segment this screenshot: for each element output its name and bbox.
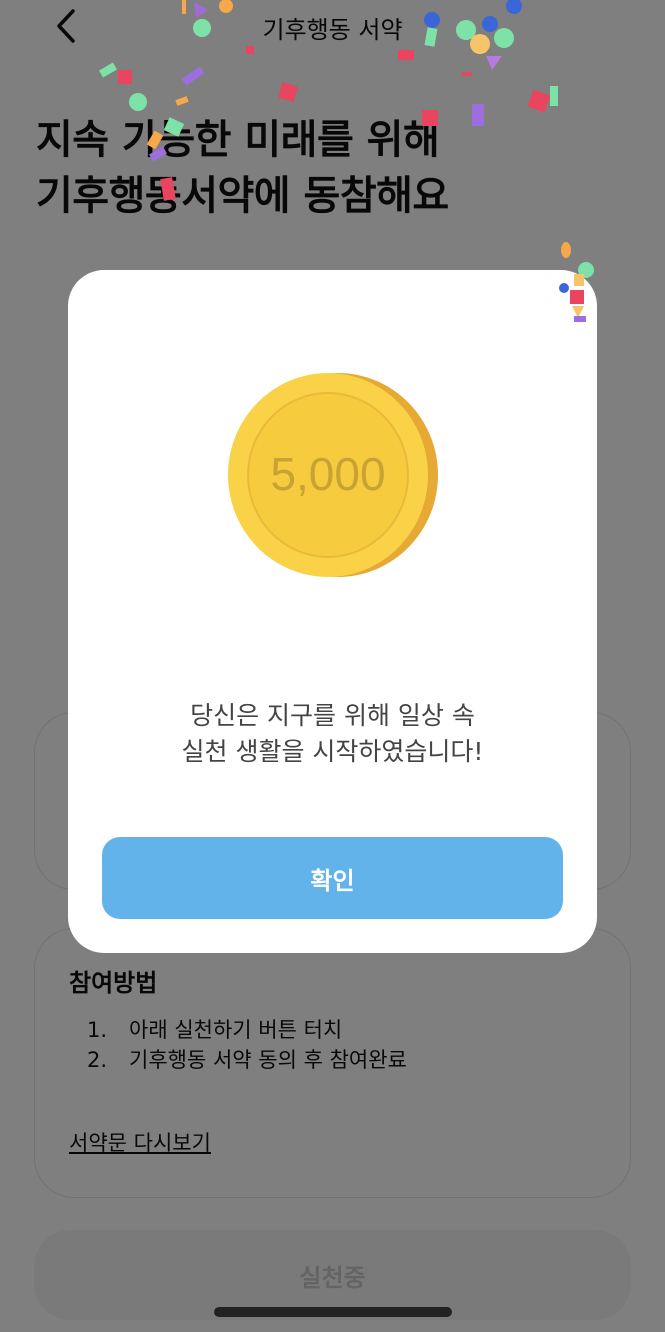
modal-message-line-2: 실천 생활을 시작하였습니다! (181, 737, 484, 766)
pledge-page: 기후행동 서약 지속 가능한 미래를 위해 기후행동서약에 동참해요 참여방법 … (0, 0, 665, 1332)
coin-value: 5,000 (270, 448, 385, 500)
modal-message: 당신은 지구를 위해 일상 속 실천 생활을 시작하였습니다! (68, 698, 597, 770)
confirm-button[interactable]: 확인 (102, 837, 563, 919)
home-indicator (214, 1307, 452, 1317)
reward-modal: 5,000 당신은 지구를 위해 일상 속 실천 생활을 시작하였습니다! 확인 (68, 270, 597, 953)
coin-icon: 5,000 (228, 373, 438, 577)
modal-message-line-1: 당신은 지구를 위해 일상 속 (190, 701, 475, 730)
